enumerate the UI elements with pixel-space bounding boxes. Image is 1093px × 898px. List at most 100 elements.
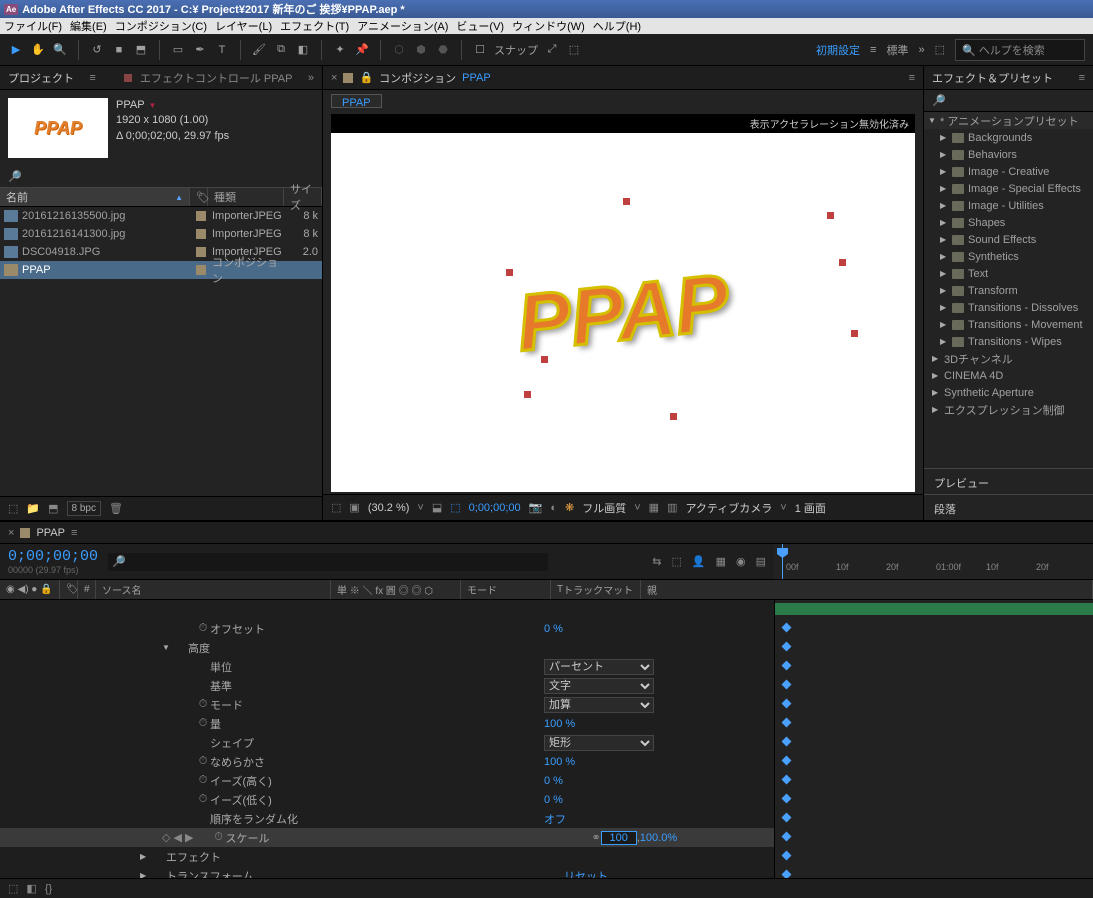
camera-tool-icon[interactable]: ■ <box>111 42 127 58</box>
overflow-icon[interactable]: » <box>918 44 924 56</box>
property-row[interactable]: ⏱イーズ(低く)0 % <box>0 790 1093 809</box>
property-row[interactable]: シェイプ矩形 <box>0 733 1093 752</box>
property-value[interactable]: 100 % <box>544 756 575 768</box>
property-row[interactable]: ⏱モード加算 <box>0 695 1093 714</box>
transform-handle[interactable] <box>506 269 513 276</box>
menu-item[interactable]: アニメーション(A) <box>357 18 448 34</box>
effect-group[interactable]: ▶CINEMA 4D <box>924 367 1093 384</box>
preset-folder[interactable]: ▶Behaviors <box>924 146 1093 163</box>
roto-tool-icon[interactable]: ✦ <box>332 42 348 58</box>
preset-folder[interactable]: ▶Sound Effects <box>924 231 1093 248</box>
property-dropdown[interactable]: 文字 <box>544 678 654 694</box>
roi-icon[interactable]: ⬚ <box>450 501 460 514</box>
property-dropdown[interactable]: パーセント <box>544 659 654 675</box>
comp-menu-icon[interactable]: ≡ <box>909 72 915 84</box>
color-mgmt-icon[interactable]: ❋ <box>565 501 574 514</box>
paragraph-section[interactable]: 段落 <box>924 494 1093 520</box>
3d-view-icon[interactable]: ▦ <box>649 501 659 514</box>
property-row[interactable]: ⏱なめらかさ100 % <box>0 752 1093 771</box>
property-dropdown[interactable]: 矩形 <box>544 735 654 751</box>
preset-folder[interactable]: ▶Synthetics <box>924 248 1093 265</box>
sync-icon[interactable]: ⬚ <box>935 43 945 56</box>
scale-x-input[interactable] <box>601 831 637 845</box>
transform-handle[interactable] <box>851 330 858 337</box>
local-axis-icon[interactable]: ⬡ <box>391 42 407 58</box>
property-row[interactable]: ⏱オフセット0 % <box>0 619 1093 638</box>
hand-tool-icon[interactable]: ✋ <box>30 42 46 58</box>
property-row[interactable]: ▼高度 <box>0 638 1093 657</box>
clone-tool-icon[interactable]: ⧉ <box>273 42 289 58</box>
menu-item[interactable]: レイヤー(L) <box>215 18 272 34</box>
channel-icon[interactable]: ◐ <box>550 502 557 514</box>
preset-folder[interactable]: ▶Transitions - Wipes <box>924 333 1093 350</box>
comp-dropdown-icon[interactable]: ▼ <box>149 100 161 111</box>
effect-group[interactable]: ▶3Dチャンネル <box>924 350 1093 367</box>
motion-blur-icon[interactable]: ◉ <box>736 555 746 568</box>
transform-handle[interactable] <box>524 391 531 398</box>
interpret-icon[interactable]: ⬚ <box>8 502 18 515</box>
world-axis-icon[interactable]: ⬢ <box>413 42 429 58</box>
transform-handle[interactable] <box>839 259 846 266</box>
preset-folder[interactable]: ▶Image - Creative <box>924 163 1093 180</box>
ep-menu-icon[interactable]: ≡ <box>1079 72 1085 84</box>
effect-group[interactable]: ▶エクスプレッション制御 <box>924 401 1093 418</box>
zoom-tool-icon[interactable]: 🔍 <box>52 42 68 58</box>
trash-icon[interactable]: 🗑 <box>109 502 123 515</box>
pan-behind-tool-icon[interactable]: ⬒ <box>133 42 149 58</box>
brush-tool-icon[interactable]: 🖌 <box>251 42 267 58</box>
property-row[interactable]: ▶トランスフォームリセット <box>0 866 1093 878</box>
eraser-tool-icon[interactable]: ◧ <box>295 42 311 58</box>
preset-folder[interactable]: ▶Text <box>924 265 1093 282</box>
menu-item[interactable]: ウィンドウ(W) <box>512 18 585 34</box>
tab-project[interactable]: プロジェクト <box>8 70 74 86</box>
property-value[interactable]: 0 % <box>544 775 563 787</box>
transform-handle[interactable] <box>827 212 834 219</box>
menu-bar[interactable]: ファイル(F)編集(E)コンポジション(C)レイヤー(L)エフェクト(T)アニメ… <box>0 18 1093 34</box>
property-row[interactable]: ⏱イーズ(高く)0 % <box>0 771 1093 790</box>
project-item[interactable]: PPAPコンポジション <box>0 261 322 279</box>
menu-item[interactable]: ファイル(F) <box>4 18 62 34</box>
project-item[interactable]: 20161216135500.jpgImporterJPEG8 k <box>0 207 322 225</box>
preset-folder[interactable]: ▶Transitions - Movement <box>924 316 1093 333</box>
new-comp-icon[interactable]: ⬒ <box>48 502 58 515</box>
preset-root[interactable]: ▼* アニメーションプリセット <box>924 112 1093 129</box>
text-tool-icon[interactable]: T <box>214 42 230 58</box>
timeline-tab[interactable]: PPAP <box>36 527 65 539</box>
search-icon[interactable]: 🔎 <box>8 170 22 183</box>
property-dropdown[interactable]: 加算 <box>544 697 654 713</box>
layout-dropdown[interactable]: 標準 <box>886 42 908 58</box>
pin-tool-icon[interactable]: 📌 <box>354 42 370 58</box>
timeline-menu-icon[interactable]: ≡ <box>71 527 77 539</box>
pen-tool-icon[interactable]: ✒ <box>192 42 208 58</box>
views-dropdown[interactable]: 1 画面 <box>795 500 826 516</box>
menu-item[interactable]: エフェクト(T) <box>280 18 349 34</box>
workspace-menu-icon[interactable]: ≡ <box>870 44 876 56</box>
quality-dropdown[interactable]: フル画質 <box>582 500 626 516</box>
rotate-tool-icon[interactable]: ↺ <box>89 42 105 58</box>
current-time[interactable]: 0;00;00;00 <box>469 502 521 514</box>
preset-folder[interactable]: ▶Transitions - Dissolves <box>924 299 1093 316</box>
graph-editor-icon[interactable]: ▤ <box>756 555 766 568</box>
comp-tab-name[interactable]: PPAP <box>462 72 491 84</box>
search-icon[interactable]: 🔎 <box>932 94 946 107</box>
flow-tab[interactable]: PPAP <box>331 94 382 108</box>
playhead[interactable] <box>782 544 783 579</box>
mask-icon[interactable]: ▥ <box>667 501 677 514</box>
property-value[interactable]: 0 % <box>544 794 563 806</box>
close-timeline-tab-icon[interactable]: × <box>8 527 14 539</box>
tab-effects-presets[interactable]: エフェクト＆プリセット <box>932 70 1053 86</box>
tab-effect-controls[interactable]: エフェクトコントロール PPAP <box>140 70 293 86</box>
preset-folder[interactable]: ▶Image - Special Effects <box>924 180 1093 197</box>
preset-folder[interactable]: ▶Transform <box>924 282 1093 299</box>
property-value[interactable]: 0 % <box>544 623 563 635</box>
snap-opt2-icon[interactable]: ⬚ <box>566 42 582 58</box>
rect-tool-icon[interactable]: ▭ <box>170 42 186 58</box>
menu-item[interactable]: 編集(E) <box>70 18 107 34</box>
property-value[interactable]: 100 % <box>544 718 575 730</box>
transparency-icon[interactable]: ▣ <box>349 501 359 514</box>
bpc-button[interactable]: 8 bpc <box>67 501 101 516</box>
composition-canvas[interactable]: PPAP <box>331 133 915 492</box>
close-tab-icon[interactable]: × <box>331 72 337 84</box>
panel-overflow-icon[interactable]: » <box>308 72 314 84</box>
preset-folder[interactable]: ▶Image - Utilities <box>924 197 1093 214</box>
